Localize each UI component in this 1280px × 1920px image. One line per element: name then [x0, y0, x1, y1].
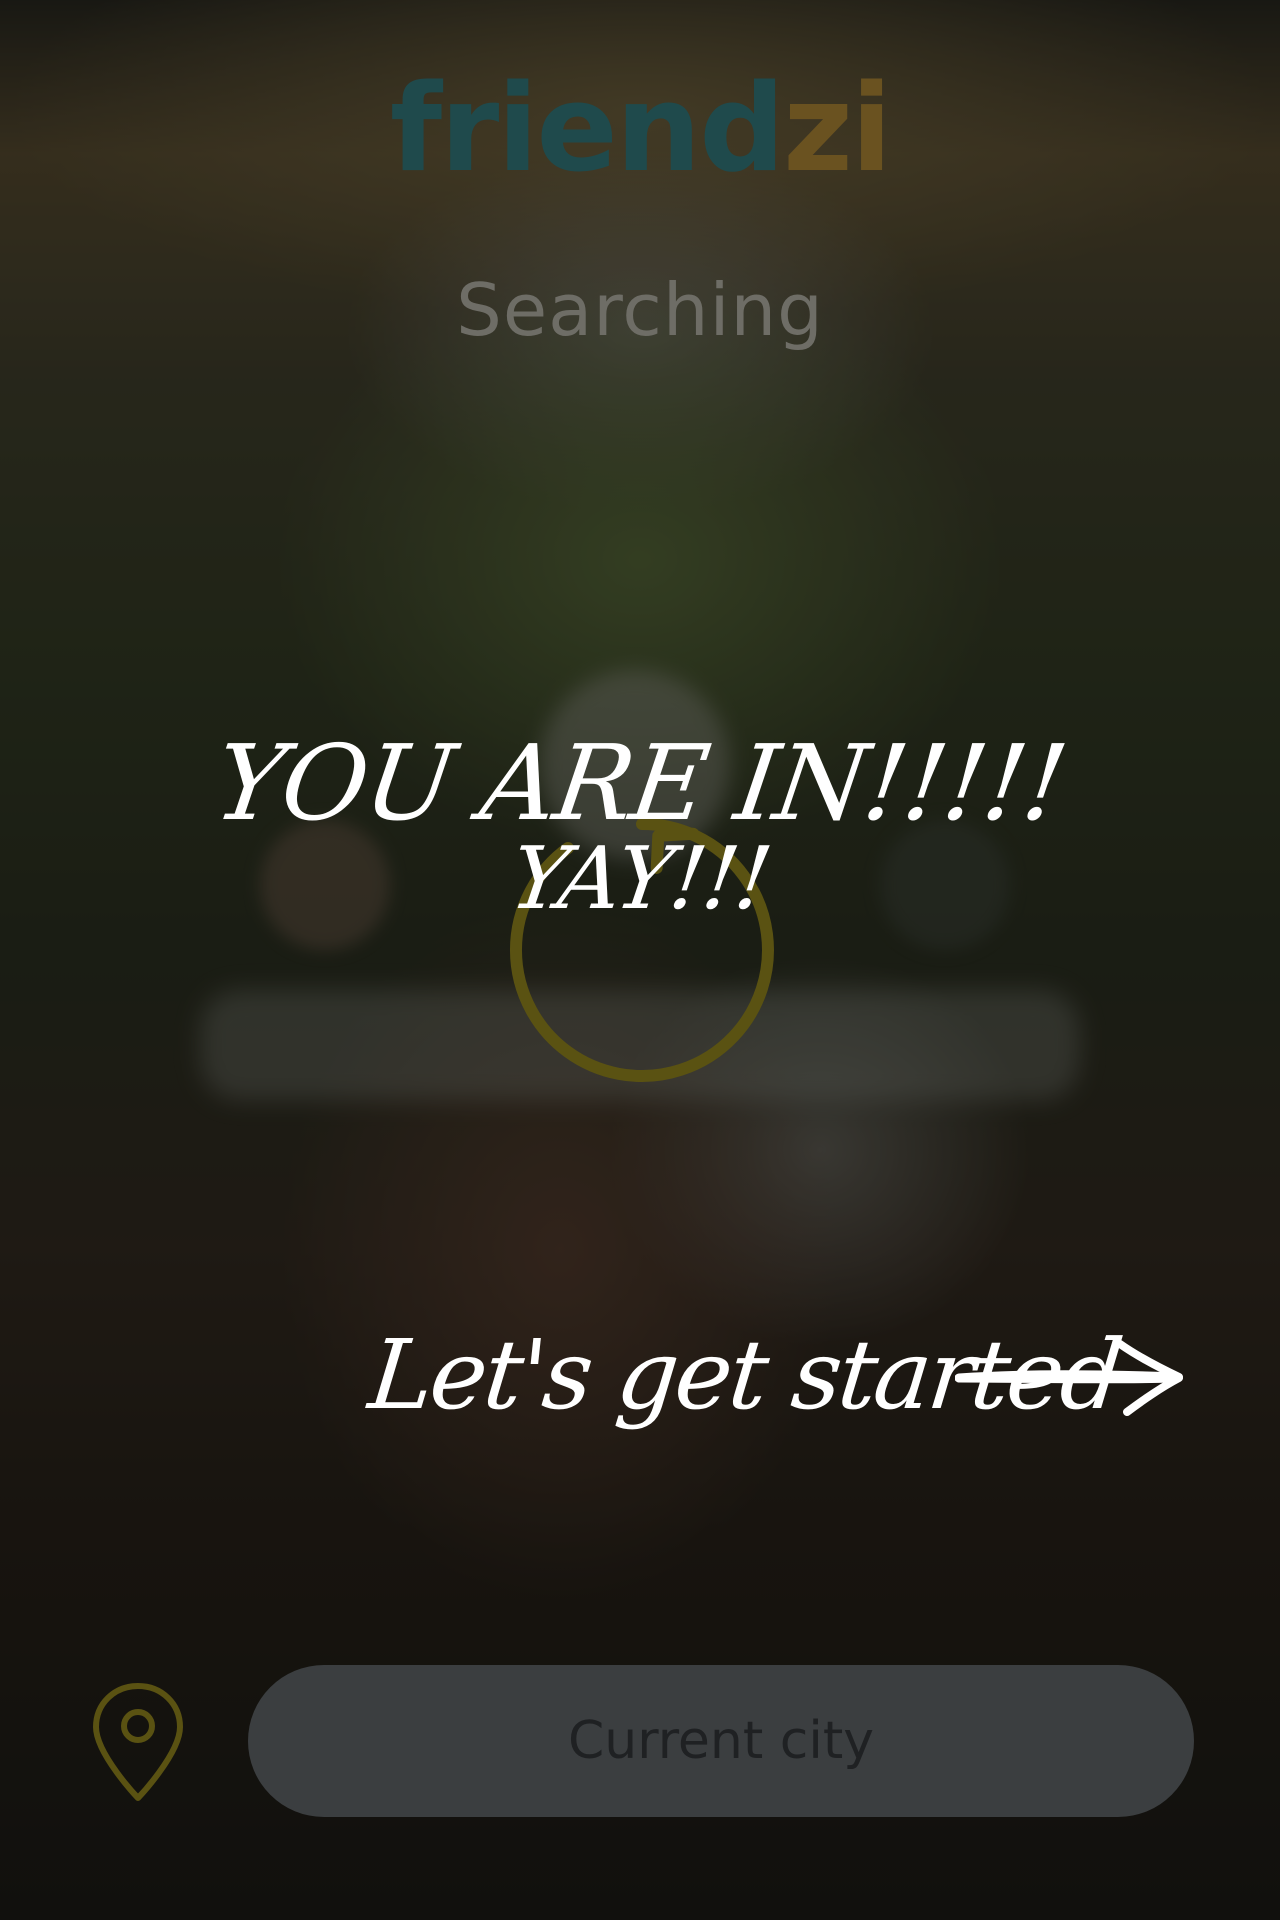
logo-text-primary: friend	[389, 60, 785, 199]
logo-text-accent: zi	[783, 60, 892, 199]
map-pin-icon	[93, 1683, 183, 1801]
searching-status: Searching	[456, 268, 824, 352]
friendzi-screen: friendzi Searching YOU ARE IN!!!!! YAY!!…	[0, 0, 1280, 1920]
arrow-right-icon	[955, 1340, 1183, 1416]
success-message: YOU ARE IN!!!!! YAY!!!	[0, 722, 1280, 930]
app-logo: friendzi	[0, 70, 1280, 190]
success-subline: YAY!!!	[504, 829, 776, 930]
current-city-input[interactable]	[248, 1665, 1194, 1817]
get-started-button[interactable]: Let's get started	[364, 1300, 1190, 1450]
success-headline: YOU ARE IN!!!!!	[207, 722, 1073, 844]
